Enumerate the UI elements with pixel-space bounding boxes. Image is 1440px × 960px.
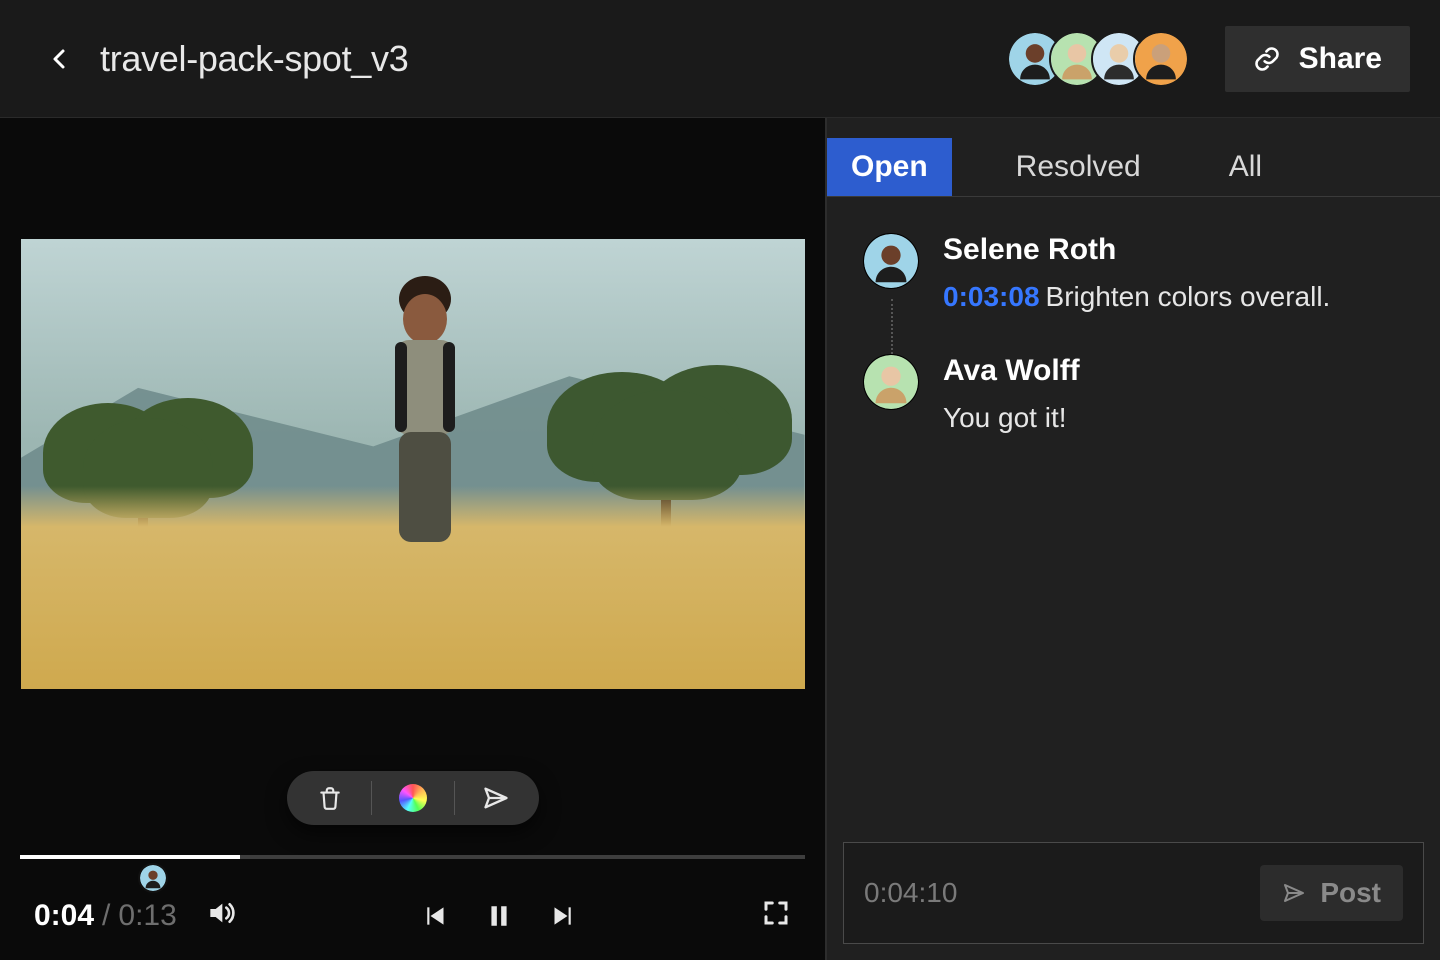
- comment[interactable]: Selene Roth 0:03:08Brighten colors overa…: [863, 233, 1404, 318]
- collaborator-avatars: [1007, 31, 1189, 87]
- timeline[interactable]: [20, 843, 805, 871]
- separator: [371, 781, 372, 815]
- tab-all[interactable]: All: [1205, 138, 1286, 196]
- video-illustration-hiker: [365, 294, 485, 554]
- link-icon: [1253, 45, 1281, 73]
- tab-resolved[interactable]: Resolved: [992, 138, 1165, 196]
- comment-avatar: [863, 354, 919, 410]
- timeline-comment-marker[interactable]: [138, 863, 168, 893]
- trash-icon: [317, 785, 343, 811]
- paper-plane-icon: [1282, 881, 1306, 905]
- compose-timestamp: 0:04:10: [864, 877, 957, 909]
- avatar[interactable]: [1133, 31, 1189, 87]
- post-button-label: Post: [1320, 877, 1381, 909]
- post-button[interactable]: Post: [1260, 865, 1403, 921]
- share-button[interactable]: Share: [1225, 26, 1410, 92]
- comment-text: 0:03:08Brighten colors overall.: [943, 277, 1404, 318]
- volume-icon: [205, 897, 237, 929]
- total-time: 0:13: [118, 899, 176, 933]
- comment-body: You got it!: [943, 402, 1067, 433]
- player-controls: 0:04 / 0:13: [0, 871, 825, 960]
- comment-author: Selene Roth: [943, 233, 1404, 267]
- player-area: 0:04 / 0:13: [0, 118, 827, 960]
- comments-list: Selene Roth 0:03:08Brighten colors overa…: [827, 197, 1440, 842]
- color-wheel-icon: [399, 784, 427, 812]
- volume-button[interactable]: [205, 897, 237, 934]
- annotation-toolbar: [287, 771, 539, 825]
- time-separator: /: [102, 899, 110, 933]
- share-button-label: Share: [1299, 42, 1382, 76]
- step-back-button[interactable]: [420, 899, 454, 933]
- separator: [454, 781, 455, 815]
- comment-avatar: [863, 233, 919, 289]
- comment-compose[interactable]: 0:04:10 Post: [843, 842, 1424, 944]
- send-annotation-button[interactable]: [481, 783, 511, 813]
- tab-open[interactable]: Open: [827, 138, 952, 196]
- fullscreen-icon: [761, 898, 791, 928]
- pause-button[interactable]: [482, 899, 516, 933]
- step-forward-button[interactable]: [544, 899, 578, 933]
- comment-body: Brighten colors overall.: [1046, 281, 1331, 312]
- color-picker-button[interactable]: [398, 783, 428, 813]
- comments-tabs: Open Resolved All: [827, 118, 1440, 197]
- delete-annotation-button[interactable]: [315, 783, 345, 813]
- video-frame[interactable]: [21, 239, 805, 689]
- back-button[interactable]: [40, 39, 80, 79]
- comment-timestamp[interactable]: 0:03:08: [943, 281, 1040, 312]
- step-back-icon: [424, 903, 450, 929]
- comments-panel: Open Resolved All Selene Roth 0:03:08Bri…: [827, 118, 1440, 960]
- fullscreen-button[interactable]: [761, 898, 791, 933]
- chevron-left-icon: [48, 47, 72, 71]
- comment-author: Ava Wolff: [943, 354, 1404, 388]
- current-time: 0:04: [34, 899, 94, 933]
- paper-plane-icon: [482, 784, 510, 812]
- comment[interactable]: Ava Wolff You got it!: [863, 354, 1404, 439]
- timeline-progress: [20, 855, 240, 859]
- comment-text: You got it!: [943, 398, 1404, 439]
- step-forward-icon: [548, 903, 574, 929]
- header: travel-pack-spot_v3 Share: [0, 0, 1440, 118]
- file-title: travel-pack-spot_v3: [100, 38, 408, 80]
- pause-icon: [486, 901, 512, 931]
